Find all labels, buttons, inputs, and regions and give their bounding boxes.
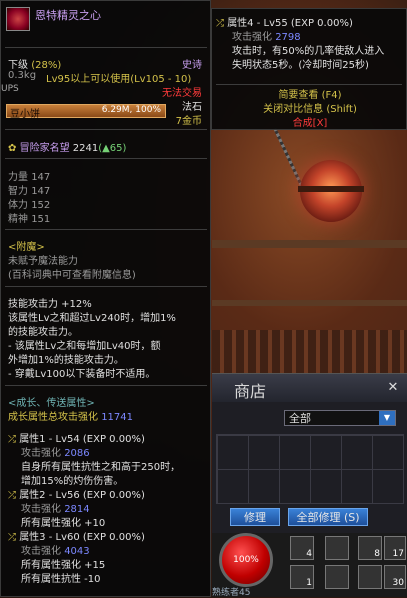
fame-value: 2241 xyxy=(72,143,99,154)
side-attr-line: 攻击时，有50%的几率使敌人进入 xyxy=(232,46,385,57)
brief-view-button[interactable]: 简要查看 (F4) xyxy=(212,86,407,101)
shuffle-icon: ⤮ xyxy=(8,532,16,543)
item-weight: 0.3kg xyxy=(8,70,37,81)
fame-icon: ✿ xyxy=(8,143,17,154)
shop-item-grid[interactable] xyxy=(216,434,404,504)
trade-status: 无法交易 xyxy=(162,88,202,99)
growth-attr-atk: 攻击强化 2814 xyxy=(21,504,90,515)
shop-title-bar[interactable]: 商店 ✕ xyxy=(212,374,407,402)
growth-attr-head: ⤮ 属性2 - Lv56 (EXP 0.00%) xyxy=(8,490,145,501)
growth-attr-head: ⤮ 属性3 - Lv60 (EXP 0.00%) xyxy=(8,532,145,543)
skill-slot[interactable] xyxy=(325,565,349,589)
shuffle-icon: ⤮ xyxy=(8,434,16,445)
stat-row: 体力 152 xyxy=(8,200,51,211)
combine-button[interactable]: 合成[X] xyxy=(212,114,407,129)
compare-tooltip: ⤮ 属性4 - Lv55 (EXP 0.00%) 攻击强化 2798 攻击时，有… xyxy=(211,8,407,130)
growth-attr-line: 所有属性强化 +15 xyxy=(21,560,106,571)
skill-line: 外增加1%的技能攻击力。 xyxy=(8,355,124,366)
growth-title: <成长、传送属性> xyxy=(8,398,95,409)
stat-row: 智力 147 xyxy=(8,186,51,197)
enchant-title: <附魔> xyxy=(8,242,45,253)
item-grade: 下级 (28%) xyxy=(8,60,62,71)
fame-delta: (▲65) xyxy=(98,143,127,154)
hp-value: 100% xyxy=(233,555,259,565)
growth-attr-line: 所有属性抗性 -10 xyxy=(21,574,101,585)
growth-total: 成长属性总攻击强化 11741 xyxy=(8,412,133,423)
adventure-fame: ✿ 冒险家名望 2241(▲65) xyxy=(8,139,126,154)
growth-attr-line: 所有属性强化 +10 xyxy=(21,518,106,529)
divider xyxy=(5,385,207,386)
shop-title: 商店 xyxy=(234,382,267,401)
skill-slot[interactable] xyxy=(358,565,382,589)
divider xyxy=(5,229,207,230)
skill-slot[interactable]: 1 xyxy=(290,565,314,589)
item-icon xyxy=(6,7,30,31)
skill-line: 技能攻击力 +12% xyxy=(8,299,92,310)
side-attr-line: 失明状态5秒。(冷却时间25秒) xyxy=(232,60,369,71)
skill-line: 的技能攻击力。 xyxy=(8,327,78,338)
shuffle-icon: ⤮ xyxy=(216,18,224,29)
divider xyxy=(5,286,207,287)
item-level-req: Lv95以上可以使用(Lv105 - 10) xyxy=(46,74,192,85)
owner-value: 6.29M, 100% xyxy=(101,105,161,115)
divider xyxy=(5,129,207,130)
shop-window: 商店 ✕ 全部 ▼ 修理 全部修理 (S) xyxy=(212,373,407,534)
ups-label: UPS xyxy=(1,84,19,94)
fame-label: 冒险家名望 xyxy=(19,143,70,154)
chevron-down-icon[interactable]: ▼ xyxy=(379,411,395,425)
wooden-beam xyxy=(212,300,407,306)
close-compare-button[interactable]: 关闭对比信息 (Shift) xyxy=(212,100,407,115)
skill-slot[interactable]: 8 xyxy=(358,536,382,560)
shuffle-icon: ⤮ xyxy=(8,490,16,501)
growth-attr-line: 自身所有属性抗性之和高于250时， xyxy=(21,462,181,473)
owner-name: 豆小饼 xyxy=(10,109,40,120)
item-type: 法石 xyxy=(182,102,202,113)
growth-attr-atk: 攻击强化 2086 xyxy=(21,448,90,459)
growth-attr-head: ⤮ 属性1 - Lv54 (EXP 0.00%) xyxy=(8,434,145,445)
skill-slot[interactable]: 4 xyxy=(290,536,314,560)
item-price: 7金币 xyxy=(175,116,202,127)
lantern-band xyxy=(298,186,364,192)
stat-row: 力量 147 xyxy=(8,172,51,183)
shop-filter-select[interactable]: 全部 ▼ xyxy=(284,410,396,426)
enchant-line: 未赋予魔法能力 xyxy=(8,256,78,267)
item-tooltip: 恩特精灵之心 下级 (28%) 史诗 0.3kg Lv95以上可以使用(Lv10… xyxy=(0,0,211,597)
repair-all-button[interactable]: 全部修理 (S) xyxy=(288,508,368,526)
repair-button[interactable]: 修理 xyxy=(230,508,280,526)
owner-bar: 豆小饼 6.29M, 100% xyxy=(6,104,166,120)
growth-attr-atk: 攻击强化 4043 xyxy=(21,546,90,557)
hud-level-text: 熟练者45 xyxy=(212,588,251,598)
divider xyxy=(5,47,207,48)
skill-line: - 穿戴Lv100以下装备时不适用。 xyxy=(8,369,156,380)
close-icon[interactable]: ✕ xyxy=(385,380,401,396)
enchant-line: (百科词典中可查看附魔信息) xyxy=(8,270,136,281)
item-name: 恩特精灵之心 xyxy=(35,9,101,22)
skill-slot[interactable]: 17 xyxy=(384,536,406,560)
divider xyxy=(5,158,207,159)
divider xyxy=(216,84,402,85)
stat-row: 精神 151 xyxy=(8,214,51,225)
skill-line: 该属性Lv之和超过Lv240时，增加1% xyxy=(8,313,176,324)
item-rarity: 史诗 xyxy=(182,60,202,71)
shop-filter-value: 全部 xyxy=(289,412,311,425)
side-attr-head: ⤮ 属性4 - Lv55 (EXP 0.00%) xyxy=(216,18,353,29)
skill-line: - 该属性Lv之和每增加Lv40时，额 xyxy=(8,341,161,352)
growth-attr-line: 增加15%的灼伤伤害。 xyxy=(21,476,124,487)
side-attr-atk: 攻击强化 2798 xyxy=(232,32,301,43)
skill-slot[interactable]: 30 xyxy=(384,565,406,589)
skill-slot[interactable] xyxy=(325,536,349,560)
wooden-beam xyxy=(212,240,407,248)
